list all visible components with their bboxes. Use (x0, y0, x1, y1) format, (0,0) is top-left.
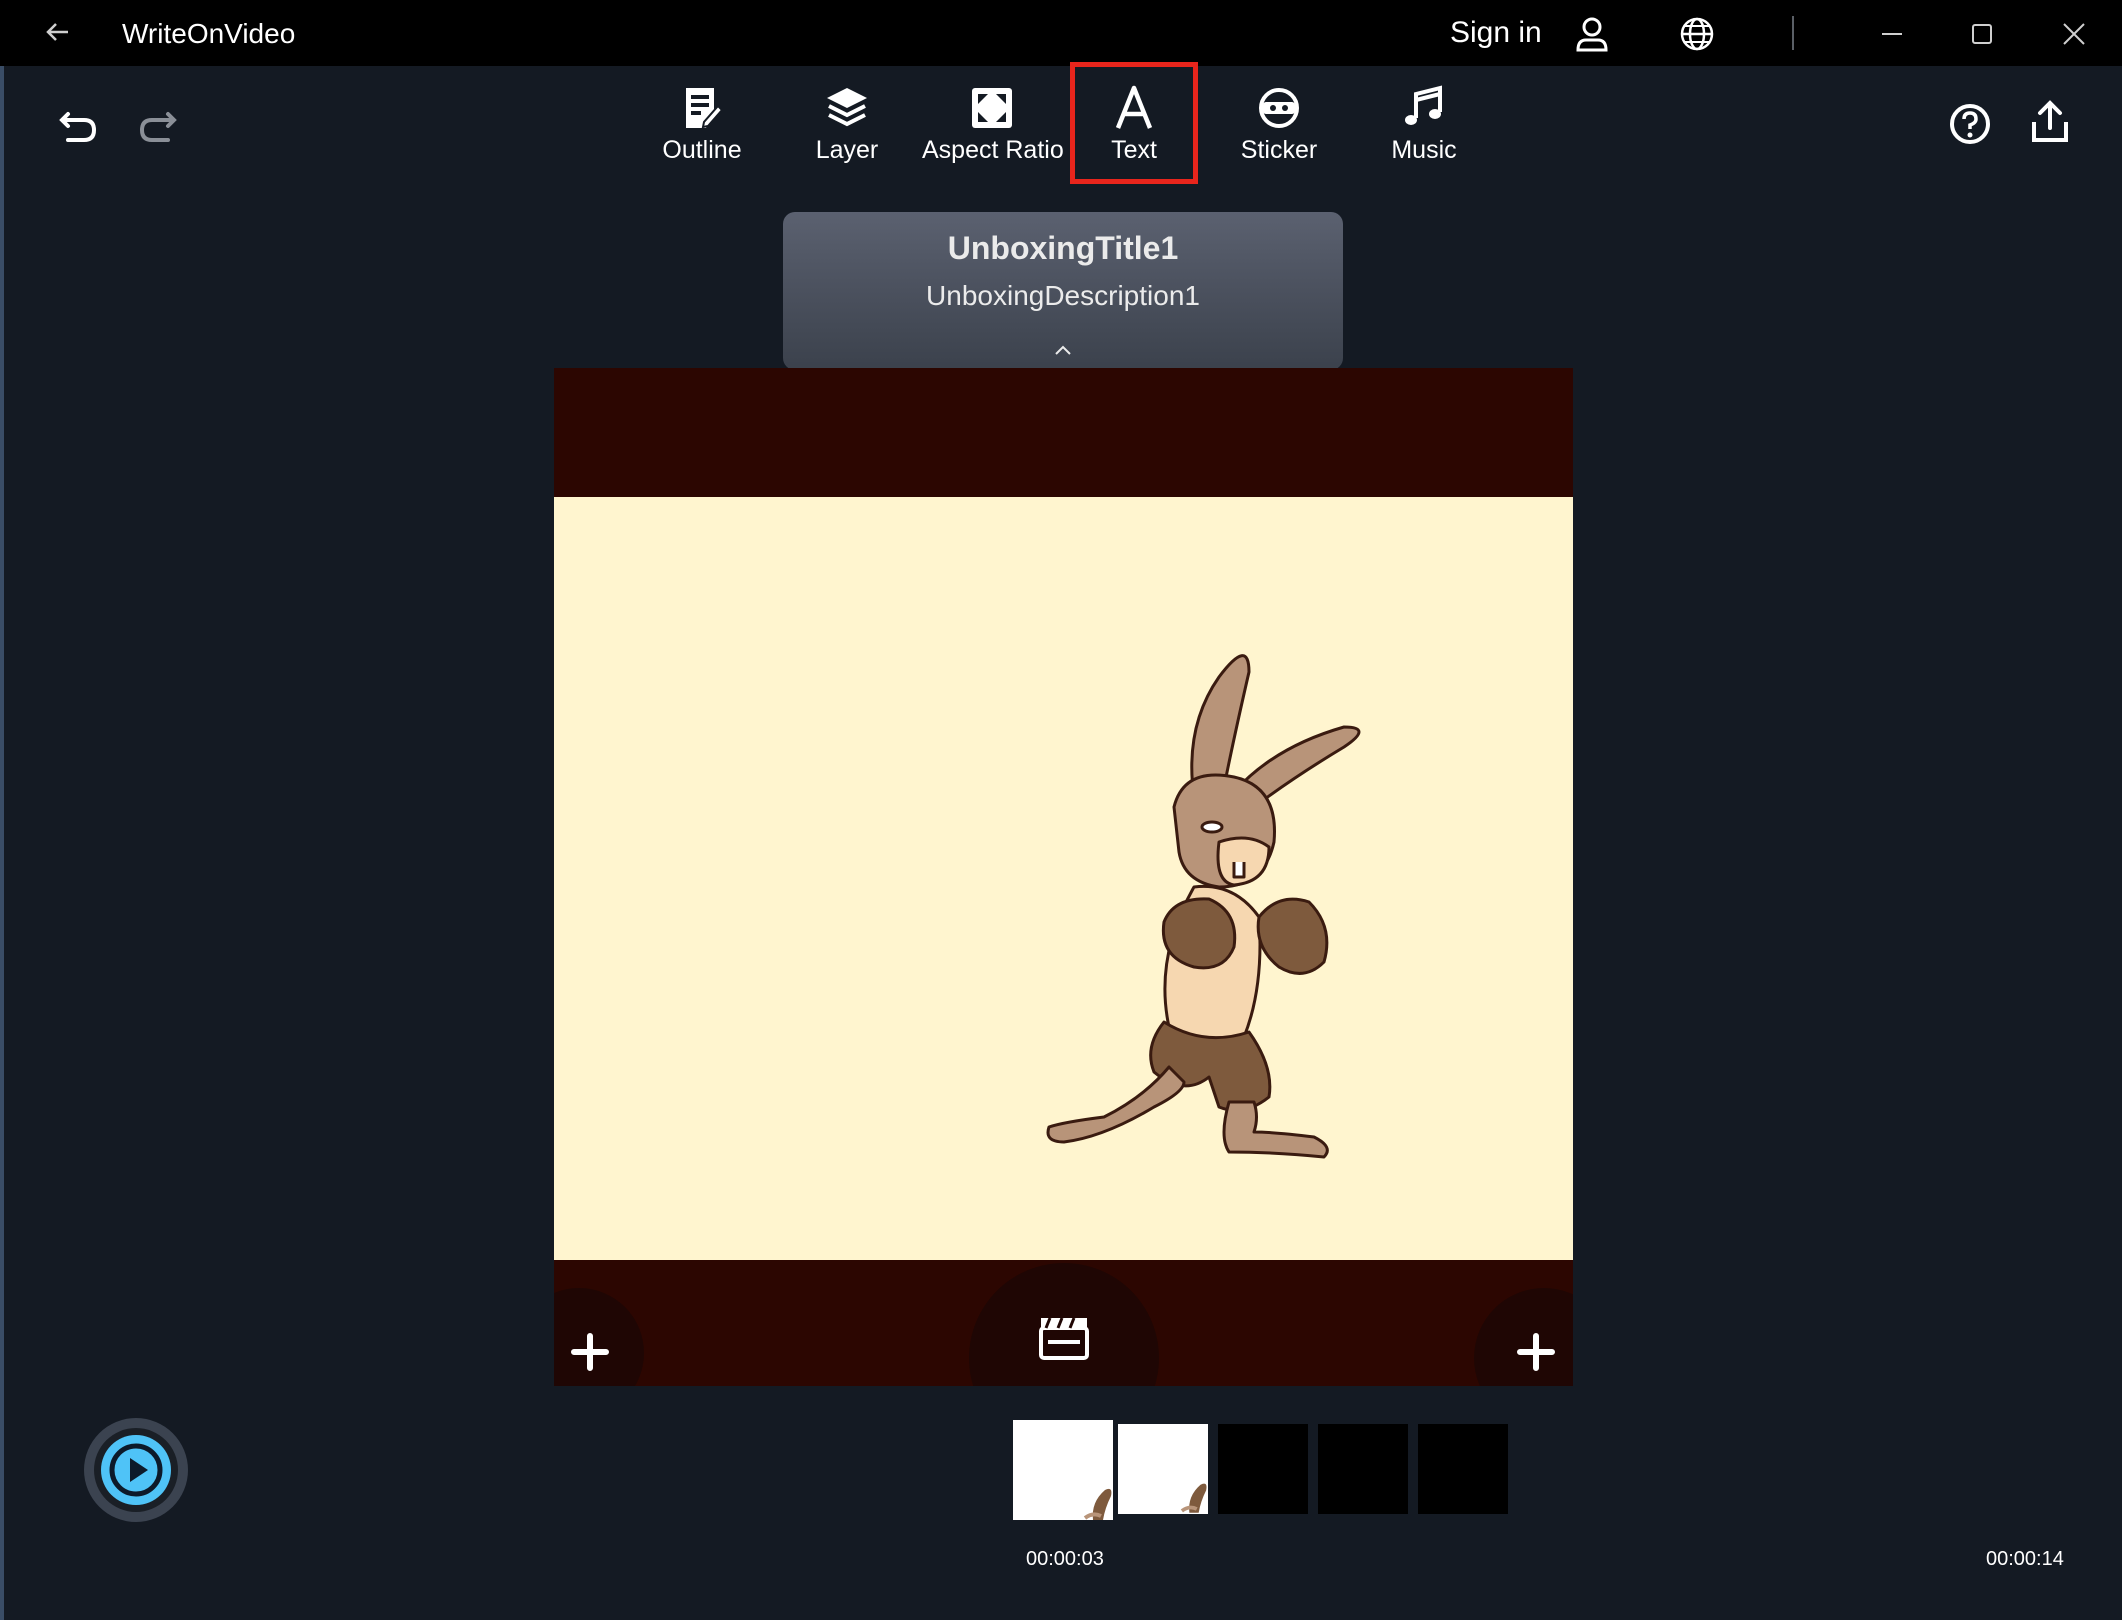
total-time: 00:00:14 (1986, 1548, 2064, 1570)
plus-icon[interactable] (570, 1332, 610, 1372)
aspect-ratio-icon (972, 88, 1012, 128)
plus-icon[interactable] (1516, 1332, 1556, 1372)
thumbnail-rabbit-icon (1083, 1488, 1112, 1520)
timeline-thumbnail[interactable] (1218, 1424, 1308, 1514)
title-card[interactable]: UnboxingTitle1 UnboxingDescription1 (783, 212, 1343, 370)
music-icon (1405, 85, 1442, 125)
redo-icon[interactable] (134, 100, 182, 148)
aspect-ratio-tool-button[interactable]: Aspect Ratio (922, 84, 1064, 174)
sticker-icon (1259, 88, 1299, 128)
timeline-thumbnail[interactable] (1118, 1424, 1208, 1514)
music-label: Music (1391, 136, 1457, 164)
video-canvas[interactable] (554, 368, 1573, 1386)
thumbnail-rabbit-icon (1180, 1483, 1207, 1513)
outline-tool-button[interactable]: Outline (632, 84, 772, 174)
sign-in-link[interactable]: Sign in (1450, 16, 1542, 50)
maximize-icon[interactable] (1960, 12, 2004, 56)
outline-label: Outline (662, 136, 742, 164)
timeline-thumbnail[interactable] (1418, 1424, 1508, 1514)
current-time: 00:00:03 (1026, 1548, 1104, 1570)
globe-icon[interactable] (1675, 12, 1719, 56)
layer-label: Layer (815, 136, 879, 164)
account-icon[interactable] (1570, 12, 1614, 56)
play-icon (109, 1443, 163, 1497)
canvas-stage[interactable] (554, 497, 1573, 1260)
close-icon[interactable] (2052, 12, 2096, 56)
sticker-label: Sticker (1240, 136, 1318, 164)
minimize-icon[interactable] (1870, 12, 1914, 56)
selected-tool-highlight (1070, 62, 1198, 184)
boxing-rabbit-illustration[interactable] (1044, 627, 1404, 1167)
back-arrow-icon[interactable] (38, 12, 78, 52)
chevron-up-icon[interactable] (1047, 340, 1079, 360)
play-button[interactable] (84, 1418, 188, 1522)
undo-icon[interactable] (54, 100, 102, 148)
timeline-thumbnail[interactable] (1013, 1420, 1113, 1520)
help-icon[interactable] (1946, 100, 1994, 148)
clapperboard-icon[interactable] (1038, 1312, 1090, 1362)
divider (1792, 16, 1794, 50)
timeline-thumbnail[interactable] (1318, 1424, 1408, 1514)
sticker-tool-button[interactable]: Sticker (1209, 84, 1349, 174)
aspect-ratio-label: Aspect Ratio (922, 136, 1064, 164)
outline-icon (686, 88, 724, 129)
layer-tool-button[interactable]: Layer (777, 84, 917, 174)
title-card-description: UnboxingDescription1 (926, 280, 1200, 311)
share-icon[interactable] (2026, 98, 2074, 146)
window-border (0, 66, 4, 1620)
layer-icon (827, 88, 867, 127)
title-bar: WriteOnVideo Sign in (0, 0, 2122, 66)
music-tool-button[interactable]: Music (1354, 84, 1494, 174)
app-title: WriteOnVideo (122, 18, 296, 49)
title-card-title: UnboxingTitle1 (947, 230, 1179, 266)
